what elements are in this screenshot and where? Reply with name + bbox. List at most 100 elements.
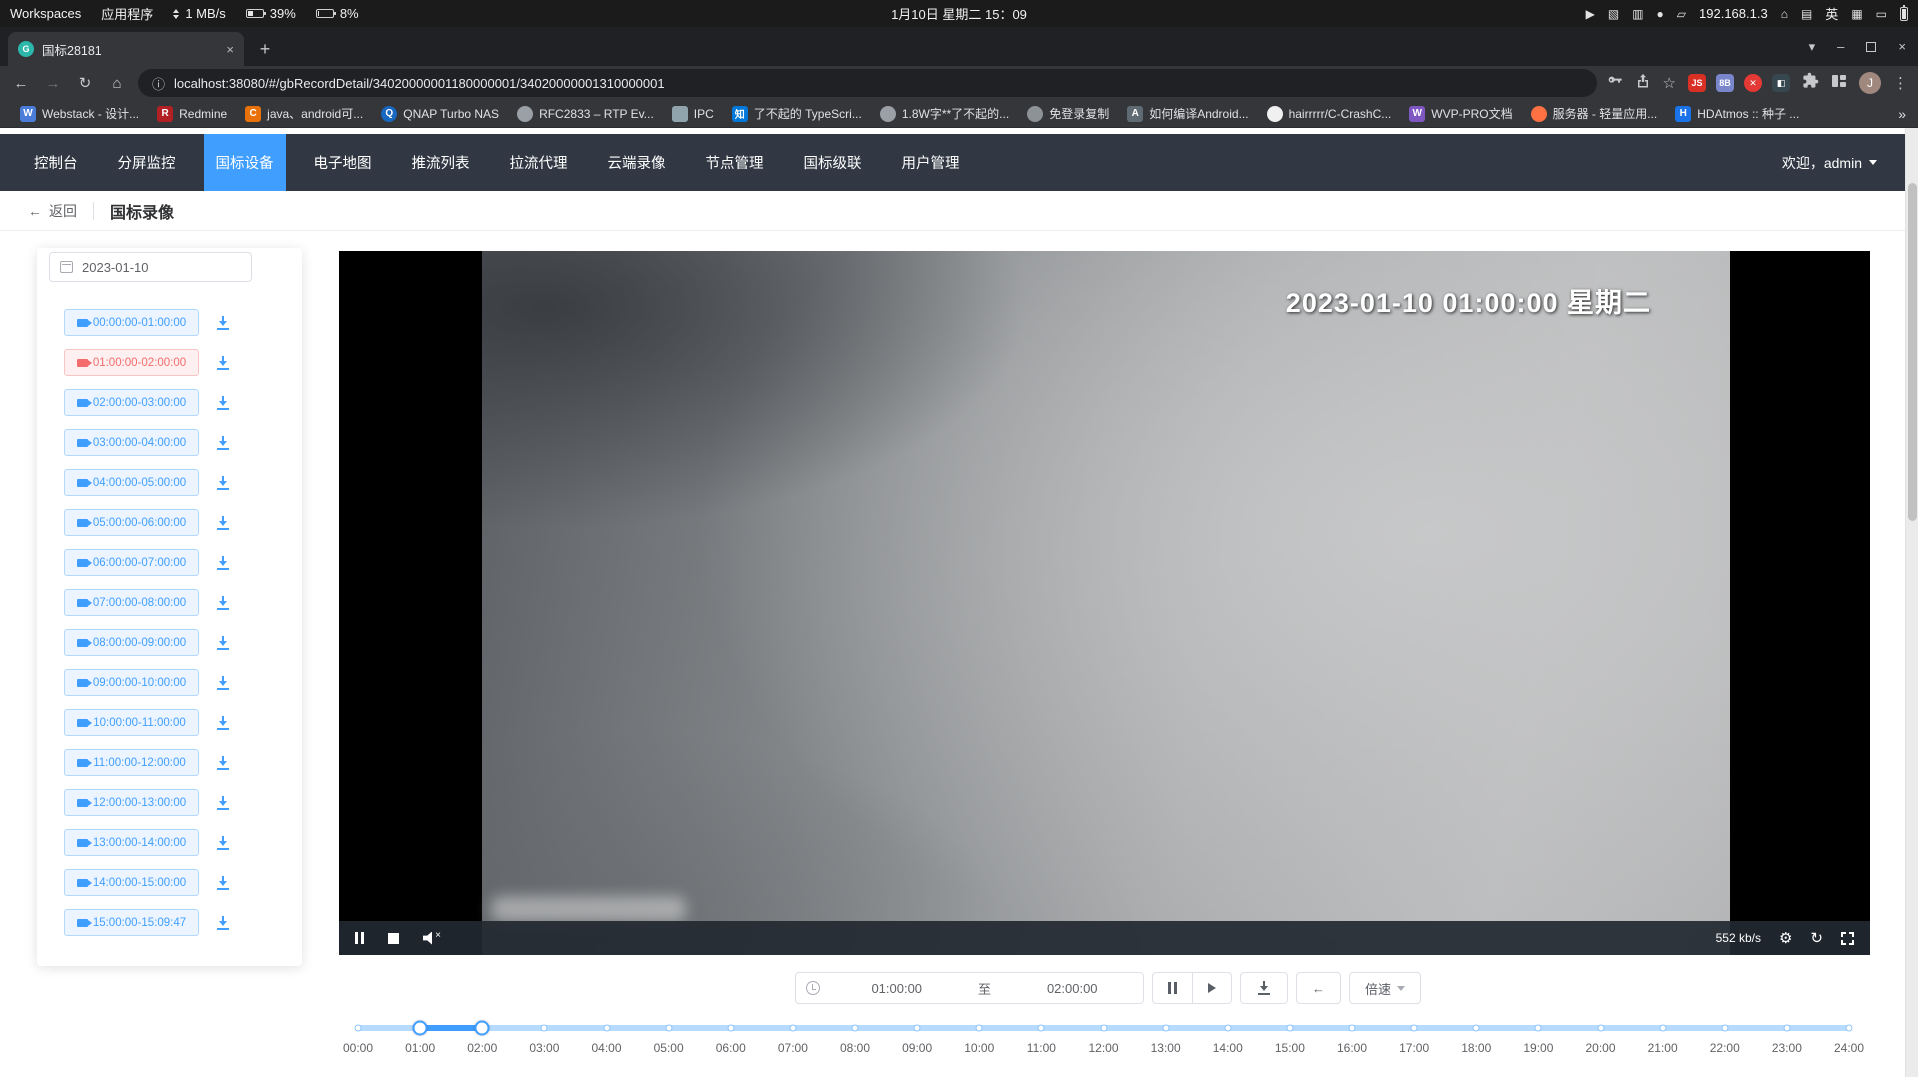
segment-button[interactable]: 13:00:00-14:00:00 (64, 829, 199, 856)
user-menu[interactable]: 欢迎，admin (1782, 153, 1877, 173)
nav-item-6[interactable]: 拉流代理 (498, 134, 580, 191)
download-button[interactable] (1240, 972, 1288, 1004)
segment-button[interactable]: 08:00:00-09:00:00 (64, 629, 199, 656)
bookmark-item[interactable]: hairrrrr/C-CrashC... (1259, 103, 1400, 125)
nav-item-10[interactable]: 用户管理 (890, 134, 972, 191)
play-button[interactable] (1193, 972, 1232, 1004)
password-key-icon[interactable] (1607, 73, 1623, 94)
bookmarks-overflow-icon[interactable]: » (1898, 106, 1906, 122)
timeline-dot[interactable] (1535, 1025, 1542, 1032)
segment-button[interactable]: 14:00:00-15:00:00 (64, 869, 199, 896)
timeline-dot[interactable] (1597, 1025, 1604, 1032)
player-mute-icon[interactable] (423, 932, 439, 945)
browser-menu-icon[interactable]: ⋮ (1893, 74, 1908, 92)
rewind-button[interactable]: ← (1296, 972, 1341, 1004)
applications-button[interactable]: 应用程序 (101, 4, 153, 23)
speed-button[interactable]: 倍速 (1349, 972, 1421, 1004)
media-play-icon[interactable]: ▶ (1586, 7, 1595, 21)
timeline-dot[interactable] (789, 1025, 796, 1032)
segment-button[interactable]: 00:00:00-01:00:00 (64, 309, 199, 336)
segment-button[interactable]: 04:00:00-05:00:00 (64, 469, 199, 496)
recorder-icon[interactable]: ● (1657, 7, 1664, 21)
segment-download-icon[interactable] (215, 915, 231, 931)
timeline-dot[interactable] (1038, 1025, 1045, 1032)
keyboard-icon[interactable]: ▦ (1851, 7, 1862, 21)
range-start-time[interactable]: 01:00:00 (826, 981, 968, 996)
bookmark-item[interactable]: 1.8W字**了不起的... (872, 102, 1017, 125)
bookmark-item[interactable]: Cjava、android可... (237, 102, 371, 125)
timeline-dot[interactable] (1411, 1025, 1418, 1032)
bookmark-item[interactable]: 免登录复制 (1019, 102, 1117, 125)
segment-download-icon[interactable] (215, 875, 231, 891)
clock[interactable]: 1月10日 星期二 15：09 (891, 4, 1027, 23)
extension-icon[interactable]: ✕ (1744, 74, 1762, 92)
page-scrollbar[interactable] (1905, 128, 1918, 1077)
display-icon[interactable]: ▭ (1876, 7, 1887, 21)
segment-download-icon[interactable] (215, 715, 231, 731)
back-icon[interactable]: ← (10, 75, 32, 92)
extension-icon[interactable]: 8B (1716, 74, 1734, 92)
timeline-dot[interactable] (1349, 1025, 1356, 1032)
nav-item-1[interactable]: 控制台 (22, 134, 90, 191)
bookmark-item[interactable]: WWebstack - 设计... (12, 102, 147, 125)
scrollbar-thumb[interactable] (1908, 183, 1917, 521)
segment-download-icon[interactable] (215, 555, 231, 571)
bookmark-star-icon[interactable]: ☆ (1663, 74, 1676, 92)
segment-download-icon[interactable] (215, 835, 231, 851)
language-indicator[interactable]: 英 (1825, 4, 1838, 23)
segment-download-icon[interactable] (215, 435, 231, 451)
player-settings-icon[interactable]: ⚙ (1779, 929, 1792, 947)
timeline-dot[interactable] (1100, 1025, 1107, 1032)
extensions-puzzle-icon[interactable] (1802, 72, 1819, 94)
timeline-dot[interactable] (1783, 1025, 1790, 1032)
segment-button[interactable]: 02:00:00-03:00:00 (64, 389, 199, 416)
extension-icon[interactable]: JS (1688, 74, 1706, 92)
segment-download-icon[interactable] (215, 755, 231, 771)
tab-search-icon[interactable]: ▾ (1809, 39, 1816, 55)
back-button[interactable]: ← 返回 (28, 201, 77, 221)
segment-download-icon[interactable] (215, 355, 231, 371)
segment-button[interactable]: 10:00:00-11:00:00 (64, 709, 199, 736)
timeline-dot[interactable] (852, 1025, 859, 1032)
timeline-dot[interactable] (976, 1025, 983, 1032)
segment-download-icon[interactable] (215, 795, 231, 811)
timeline-dot[interactable] (541, 1025, 548, 1032)
timeline-dot[interactable] (1224, 1025, 1231, 1032)
window-switch-icon[interactable]: ▤ (1801, 7, 1812, 21)
screenshot-icon[interactable]: ▧ (1608, 7, 1619, 21)
timeline-dot[interactable] (914, 1025, 921, 1032)
home-icon[interactable]: ⌂ (106, 75, 128, 92)
timeline-dot[interactable] (1473, 1025, 1480, 1032)
bookmark-item[interactable]: RFC2833 – RTP Ev... (509, 103, 662, 125)
timeline-handle-start[interactable] (413, 1021, 428, 1036)
timeline-dot[interactable] (665, 1025, 672, 1032)
bookmark-item[interactable]: WWVP-PRO文档 (1401, 102, 1520, 125)
segment-download-icon[interactable] (215, 595, 231, 611)
segment-button[interactable]: 07:00:00-08:00:00 (64, 589, 199, 616)
address-bar[interactable]: ⓘ localhost:38080/#/gbRecordDetail/34020… (138, 69, 1597, 97)
timeline-handle-end[interactable] (475, 1021, 490, 1036)
timeline-dot[interactable] (727, 1025, 734, 1032)
player-refresh-icon[interactable]: ↻ (1810, 929, 1823, 947)
range-end-time[interactable]: 02:00:00 (1002, 981, 1144, 996)
nav-item-8[interactable]: 节点管理 (694, 134, 776, 191)
clipboard-icon[interactable]: ▥ (1632, 7, 1643, 21)
segment-download-icon[interactable] (215, 395, 231, 411)
home-icon[interactable]: ⌂ (1781, 7, 1788, 21)
timeline-track[interactable] (358, 1025, 1849, 1031)
segment-download-icon[interactable] (215, 475, 231, 491)
reload-icon[interactable]: ↻ (74, 74, 96, 92)
segment-button[interactable]: 01:00:00-02:00:00 (64, 349, 199, 376)
player-stop-icon[interactable] (388, 933, 399, 944)
segment-button[interactable]: 03:00:00-04:00:00 (64, 429, 199, 456)
site-info-icon[interactable]: ⓘ (152, 74, 165, 93)
fullscreen-icon[interactable] (1841, 932, 1854, 945)
nav-item-3[interactable]: 国标设备 (204, 134, 286, 191)
timeline-dot[interactable] (1162, 1025, 1169, 1032)
window-restore-button[interactable] (1866, 42, 1876, 52)
segment-button[interactable]: 11:00:00-12:00:00 (64, 749, 199, 776)
bookmark-item[interactable]: IPC (664, 103, 722, 125)
bookmark-item[interactable]: RRedmine (149, 103, 235, 125)
nav-item-5[interactable]: 推流列表 (400, 134, 482, 191)
extension-icon[interactable]: ◧ (1772, 74, 1790, 92)
